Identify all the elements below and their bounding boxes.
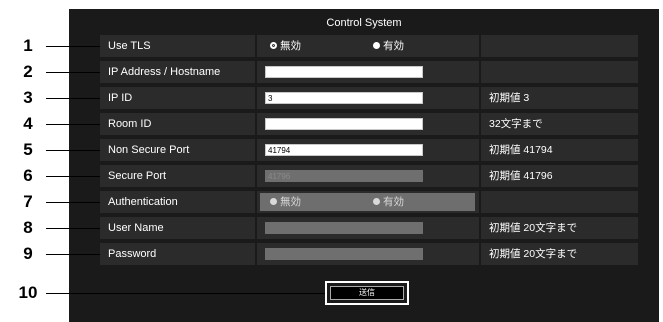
radio-selected-icon <box>270 42 277 49</box>
radio-icon <box>373 42 380 49</box>
callout-number: 7 <box>23 192 33 211</box>
row-room-id: Room ID 32文字まで <box>100 113 638 135</box>
secure-port-input: 41796 <box>265 170 423 182</box>
leader-line <box>46 176 102 177</box>
row-authentication: Authentication 無効 有効 <box>100 191 638 213</box>
row-password: Password 初期値 20文字まで <box>100 243 638 265</box>
row-ip-address: IP Address / Hostname <box>100 61 638 83</box>
authentication-radio-group: 無効 有効 <box>260 193 475 211</box>
use-tls-disable-radio[interactable]: 無効 <box>270 35 301 57</box>
radio-icon <box>270 198 277 205</box>
row-user-name: User Name 初期値 20文字まで <box>100 217 638 239</box>
non-secure-port-note: 初期値 41794 <box>489 144 553 156</box>
callout-number: 2 <box>23 62 33 81</box>
callout-number: 8 <box>23 218 33 237</box>
leader-line <box>46 254 102 255</box>
non-secure-port-label: Non Secure Port <box>108 144 190 156</box>
row-ip-id: IP ID 3 初期値 3 <box>100 87 638 109</box>
leader-line <box>46 98 102 99</box>
panel-title: Control System <box>326 17 402 29</box>
user-name-label: User Name <box>108 222 164 234</box>
row-use-tls: Use TLS 無効 有効 <box>100 35 638 57</box>
callout-number: 9 <box>23 244 33 263</box>
ip-id-label: IP ID <box>108 92 133 104</box>
callout-1: 1 <box>0 35 102 57</box>
room-id-label: Room ID <box>108 118 152 130</box>
user-name-input <box>265 222 423 234</box>
callout-8: 8 <box>0 217 102 239</box>
leader-line <box>46 150 102 151</box>
ip-address-label: IP Address / Hostname <box>108 66 221 78</box>
callout-10: 10 <box>0 282 330 304</box>
callout-number: 10 <box>18 283 38 302</box>
callout-5: 5 <box>0 139 102 161</box>
password-note: 初期値 20文字まで <box>489 248 578 260</box>
ip-address-input[interactable] <box>265 66 423 78</box>
authentication-label: Authentication <box>108 196 178 208</box>
row-secure-port: Secure Port 41796 初期値 41796 <box>100 165 638 187</box>
leader-line <box>46 46 102 47</box>
submit-highlight: 送信 <box>325 281 409 305</box>
secure-port-label: Secure Port <box>108 170 167 182</box>
callout-number: 5 <box>23 140 33 159</box>
callout-7: 7 <box>0 191 102 213</box>
callout-4: 4 <box>0 113 102 135</box>
callout-9: 9 <box>0 243 102 265</box>
submit-button[interactable]: 送信 <box>330 286 404 300</box>
callout-number: 6 <box>23 166 33 185</box>
ip-id-note: 初期値 3 <box>489 92 530 104</box>
leader-line <box>46 293 325 294</box>
non-secure-port-input[interactable]: 41794 <box>265 144 423 156</box>
use-tls-label: Use TLS <box>108 40 151 52</box>
callout-6: 6 <box>0 165 102 187</box>
callout-number: 3 <box>23 88 33 107</box>
secure-port-note: 初期値 41796 <box>489 170 553 182</box>
radio-icon <box>373 198 380 205</box>
leader-line <box>46 202 102 203</box>
room-id-note: 32文字まで <box>489 118 543 130</box>
password-input <box>265 248 423 260</box>
use-tls-enable-radio[interactable]: 有効 <box>373 35 404 57</box>
ip-id-input[interactable]: 3 <box>265 92 423 104</box>
authentication-enable-radio: 有効 <box>373 193 404 211</box>
leader-line <box>46 124 102 125</box>
leader-line <box>46 228 102 229</box>
row-non-secure-port: Non Secure Port 41794 初期値 41794 <box>100 139 638 161</box>
room-id-input[interactable] <box>265 118 423 130</box>
callout-number: 1 <box>23 36 33 55</box>
user-name-note: 初期値 20文字まで <box>489 222 578 234</box>
callout-number: 4 <box>23 114 33 133</box>
password-label: Password <box>108 248 157 260</box>
authentication-disable-radio: 無効 <box>270 193 301 211</box>
callout-3: 3 <box>0 87 102 109</box>
leader-line <box>46 72 102 73</box>
callout-2: 2 <box>0 61 102 83</box>
